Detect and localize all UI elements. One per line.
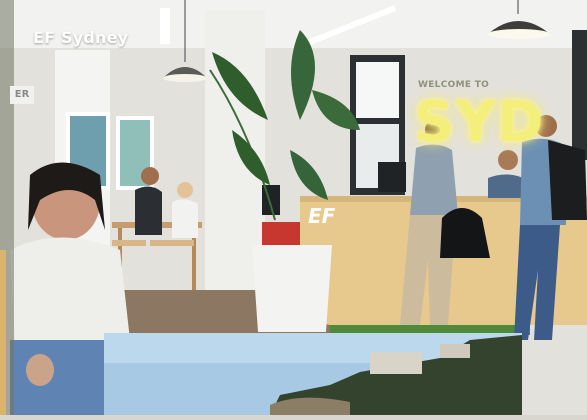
neon-sign-text: SYD xyxy=(414,90,545,155)
desk-logo-text: EF xyxy=(308,204,336,228)
welcome-sign-text: WELCOME TO xyxy=(418,80,490,90)
pattern-strip xyxy=(0,250,6,415)
backpack xyxy=(548,140,587,220)
coastal-inset-photo xyxy=(104,333,522,415)
screen xyxy=(262,185,280,215)
chair xyxy=(150,240,194,246)
wall-sign-text: ER xyxy=(10,86,34,104)
person xyxy=(141,167,159,185)
chair xyxy=(112,240,146,246)
cliff-house xyxy=(370,352,422,374)
cliff-house xyxy=(440,344,470,358)
window xyxy=(572,30,587,160)
photo-caption: EF Sydney xyxy=(33,28,129,47)
office-photo: ER WELCOME TO SYD EF EF Sydney xyxy=(0,0,587,415)
person xyxy=(177,182,193,198)
ceiling-light-strip xyxy=(160,8,170,44)
monitor xyxy=(378,162,406,192)
office-scene-illustration xyxy=(0,0,587,415)
